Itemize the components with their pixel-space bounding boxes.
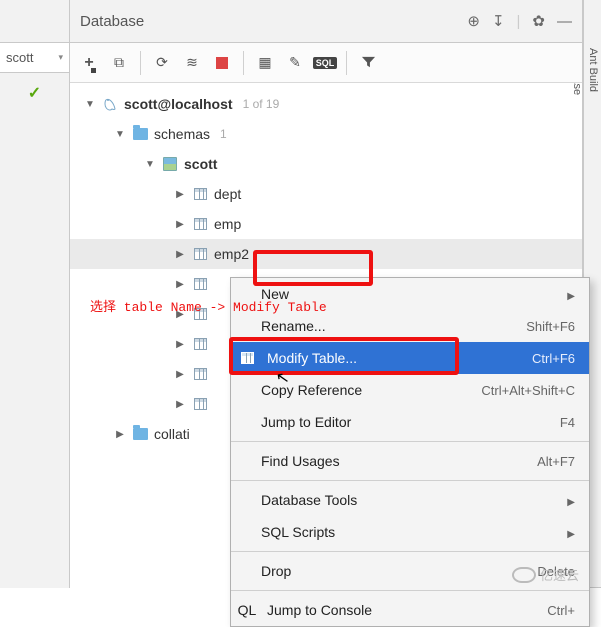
cloud-icon [512,567,536,583]
submenu-arrow-icon [567,492,575,508]
chevron-right-icon[interactable] [174,278,186,290]
duplicate-button[interactable]: ⧉ [106,50,132,76]
table-name: emp [214,216,241,232]
panel-titlebar: Database ⊕ ↧ | ✿ — [70,0,582,43]
connection-count: 1 of 19 [243,97,280,111]
stop-button[interactable] [209,50,235,76]
chevron-down-icon[interactable] [114,128,126,140]
chevron-down-icon[interactable] [144,158,156,170]
table-icon [194,248,207,260]
check-icon: ✓ [0,83,69,103]
menu-item-sql-scripts[interactable]: SQL Scripts [231,516,589,548]
left-top-spacer [0,0,69,43]
table-name: dept [214,186,241,202]
shortcut-text: Ctrl+F6 [532,351,575,366]
shortcut-text: Ctrl+Alt+Shift+C [481,383,575,398]
chevron-right-icon[interactable] [174,188,186,200]
folder-icon [133,128,148,140]
table-icon [194,218,207,230]
schema-name: scott [184,156,217,172]
watermark: 亿速云 [512,565,579,584]
schemas-label: schemas [154,126,210,142]
menu-separator [231,480,589,481]
shortcut-text: F4 [560,415,575,430]
refresh-button[interactable]: ⟳ [149,50,175,76]
table-icon [194,368,207,380]
edit-button[interactable]: ✎ [282,50,308,76]
sql-icon: QL [239,602,255,618]
submenu-arrow-icon [567,524,575,540]
table-icon [194,338,207,350]
tree-connection-row[interactable]: scott@localhost 1 of 19 [70,89,582,119]
menu-item-jump-to-editor[interactable]: Jump to Editor F4 [231,406,589,438]
minimize-icon[interactable]: — [557,13,572,30]
left-user-tab[interactable]: scott ▾ [0,43,69,73]
table-icon [194,398,207,410]
menu-item-find-usages[interactable]: Find Usages Alt+F7 [231,445,589,477]
menu-item-modify-table[interactable]: Modify Table... Ctrl+F6 [231,342,589,374]
chevron-right-icon[interactable] [174,218,186,230]
watermark-text: 亿速云 [540,565,579,584]
collapse-icon[interactable]: ↧ [492,12,505,30]
menu-item-jump-to-console[interactable]: QL Jump to Console Ctrl+ [231,594,589,626]
collations-label: collati [154,426,190,442]
shortcut-text: Shift+F6 [526,319,575,334]
grid-button[interactable]: ▦ [252,50,278,76]
submenu-arrow-icon [567,286,575,302]
menu-separator [231,551,589,552]
chevron-right-icon[interactable] [174,398,186,410]
menu-item-database-tools[interactable]: Database Tools [231,484,589,516]
tree-table-row[interactable]: emp [70,209,582,239]
tree-table-row[interactable]: dept [70,179,582,209]
gear-icon[interactable]: ✿ [532,12,545,30]
database-icon [102,96,118,112]
table-icon [239,350,255,366]
tree-schema-row[interactable]: scott [70,149,582,179]
chevron-down-icon: ▾ [58,52,63,63]
chevron-right-icon[interactable] [174,368,186,380]
panel-title: Database [80,13,144,30]
target-icon[interactable]: ⊕ [467,12,480,30]
menu-separator [231,590,589,591]
tree-schemas-row[interactable]: schemas 1 [70,119,582,149]
query-button[interactable]: ≋ [179,50,205,76]
toolbar: + ⧉ ⟳ ≋ ▦ ✎ SQL [70,43,582,83]
table-icon [194,188,207,200]
chevron-right-icon[interactable] [174,248,186,260]
tree-table-row-selected[interactable]: emp2 [70,239,582,269]
menu-separator [231,441,589,442]
schema-icon [163,157,177,171]
annotation-text: 选择 table Name -> Modify Table [90,296,327,315]
table-name: emp2 [214,246,249,262]
chevron-right-icon[interactable] [114,428,126,440]
table-icon [194,278,207,290]
add-button[interactable]: + [76,50,102,76]
folder-icon [133,428,148,440]
shortcut-text: Ctrl+ [547,603,575,618]
shortcut-text: Alt+F7 [537,454,575,469]
chevron-down-icon[interactable] [84,98,96,110]
left-user-label: scott [6,50,33,65]
connection-label: scott@localhost [124,96,233,112]
filter-button[interactable] [355,50,381,76]
schemas-count: 1 [220,127,227,141]
sql-button[interactable]: SQL [312,50,338,76]
menu-item-copy-reference[interactable]: Copy Reference Ctrl+Alt+Shift+C [231,374,589,406]
chevron-right-icon[interactable] [174,338,186,350]
